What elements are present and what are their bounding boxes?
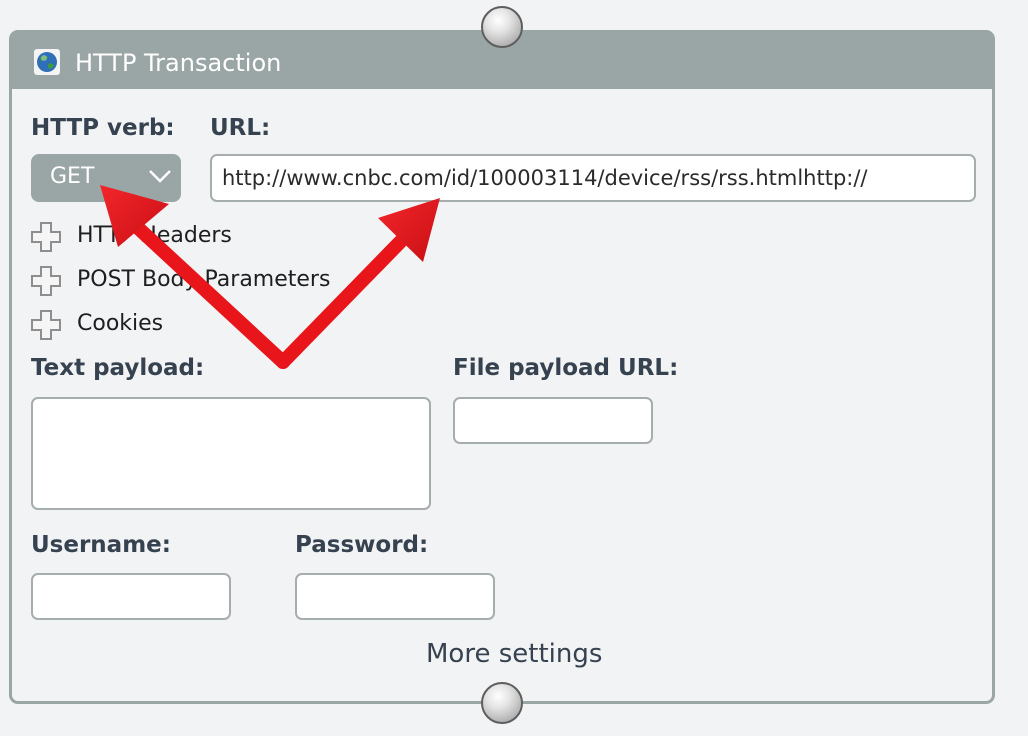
output-connector-handle[interactable] bbox=[481, 682, 523, 724]
globe-icon bbox=[34, 49, 60, 75]
plus-expand-icon bbox=[31, 310, 61, 340]
file-payload-url-label: File payload URL: bbox=[453, 355, 679, 381]
text-payload-label: Text payload: bbox=[31, 355, 205, 381]
expander-label: POST Body Parameters bbox=[77, 267, 331, 292]
username-input[interactable] bbox=[31, 573, 231, 620]
http-transaction-panel: HTTP Transaction HTTP verb: URL: GET htt… bbox=[9, 30, 995, 704]
password-label: Password: bbox=[295, 532, 429, 558]
expander-label: HTTP Headers bbox=[77, 223, 232, 248]
chevron-down-icon bbox=[149, 170, 171, 183]
url-input[interactable]: http://www.cnbc.com/id/100003114/device/… bbox=[210, 154, 976, 202]
expander-label: Cookies bbox=[77, 311, 164, 336]
http-verb-label: HTTP verb: bbox=[31, 115, 175, 141]
password-input[interactable] bbox=[295, 573, 495, 620]
http-verb-select[interactable]: GET bbox=[31, 154, 181, 202]
text-payload-textarea[interactable] bbox=[31, 397, 431, 510]
url-label: URL: bbox=[210, 115, 271, 141]
http-verb-value: GET bbox=[50, 164, 95, 189]
username-label: Username: bbox=[31, 532, 171, 558]
more-settings-link[interactable]: More settings bbox=[426, 639, 602, 669]
file-payload-url-input[interactable] bbox=[453, 397, 653, 444]
plus-expand-icon bbox=[31, 222, 61, 252]
panel-title: HTTP Transaction bbox=[75, 49, 282, 77]
url-value: http://www.cnbc.com/id/100003114/device/… bbox=[222, 166, 868, 190]
input-connector-handle[interactable] bbox=[481, 6, 523, 48]
plus-expand-icon bbox=[31, 266, 61, 296]
